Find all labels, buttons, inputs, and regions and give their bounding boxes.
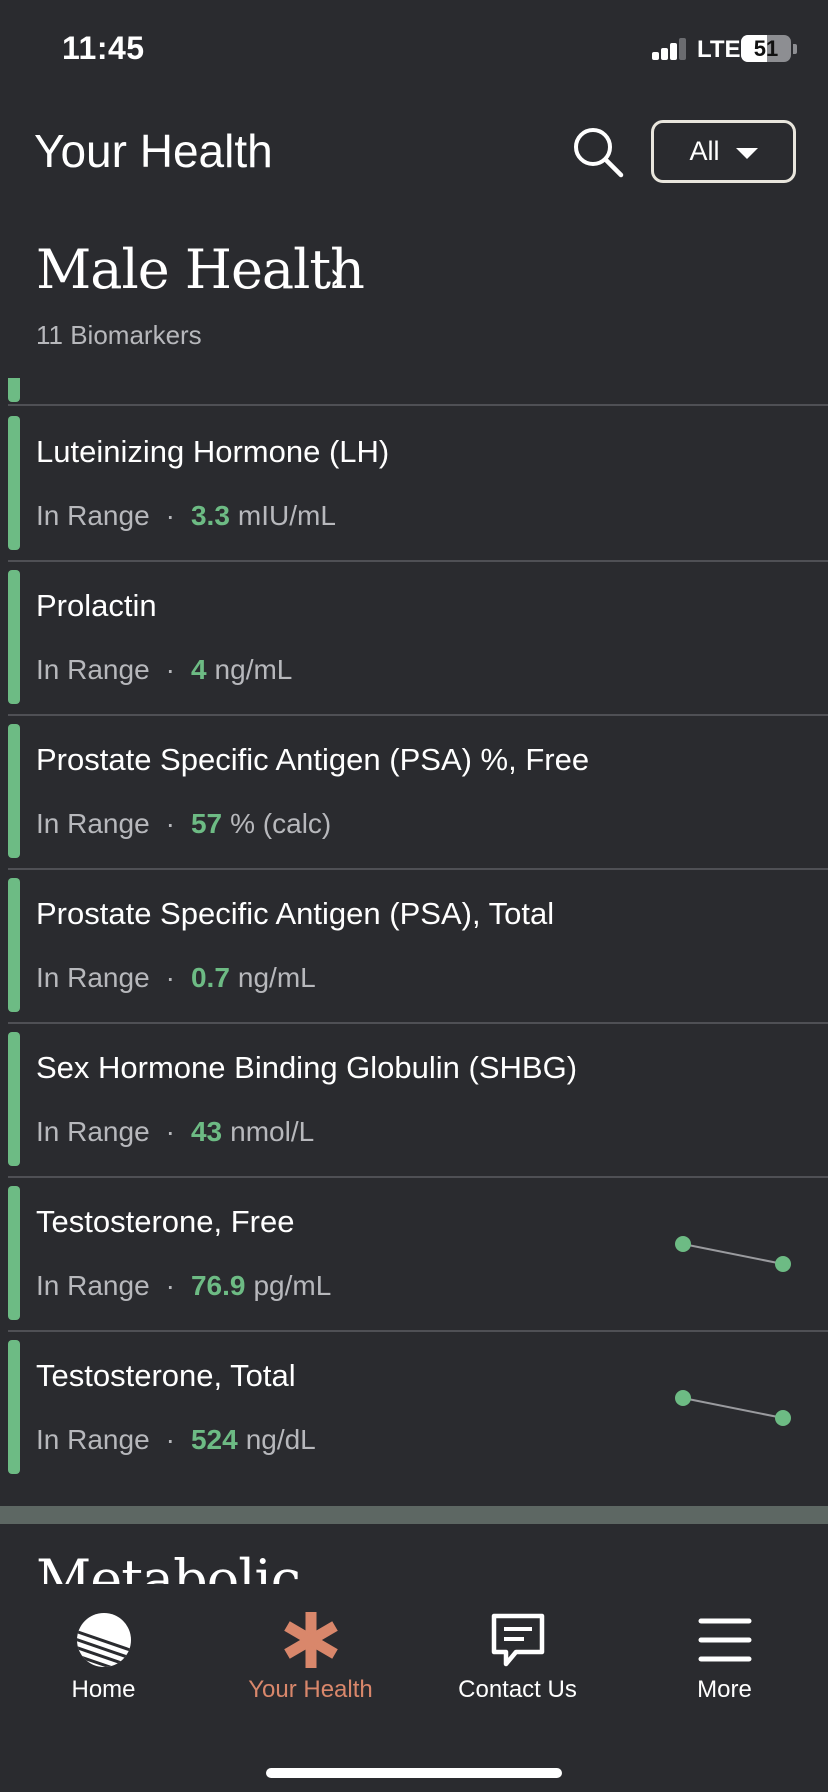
search-icon	[574, 128, 624, 178]
asterisk-icon	[283, 1612, 338, 1668]
biomarker-row[interactable]: Sex Hormone Binding Globulin (SHBG) In Ra…	[0, 1024, 828, 1176]
biomarker-row[interactable]: Prostate Specific Antigen (PSA), Total In…	[0, 870, 828, 1022]
battery-icon: 51	[741, 35, 791, 62]
battery-level: 51	[753, 35, 779, 61]
trend-point	[675, 1390, 691, 1406]
trend-sparkline	[675, 1390, 791, 1426]
biomarker-meta: In Range · 0.7 ng/mL	[36, 962, 316, 994]
section-title[interactable]: Male Health	[36, 238, 365, 301]
chevron-right-icon[interactable]: ›	[329, 254, 344, 298]
trend-point	[775, 1256, 791, 1272]
biomarker-name: Prolactin	[36, 588, 157, 623]
row-divider	[8, 404, 828, 406]
biomarker-name: Sex Hormone Binding Globulin (SHBG)	[36, 1050, 578, 1085]
trend-point	[675, 1236, 691, 1252]
tab-label: Your Health	[248, 1676, 373, 1703]
previous-row-indicator	[8, 378, 20, 402]
biomarker-value: 43	[190, 1116, 223, 1147]
biomarker-value: 0.7	[190, 962, 230, 993]
status-label: In Range	[36, 500, 150, 531]
biomarker-meta: In Range · 524 ng/dL	[36, 1424, 316, 1456]
biomarker-value: 76.9	[190, 1270, 246, 1301]
tab-bar: Home Your Health Contact Us More	[0, 1584, 828, 1792]
status-label: In Range	[36, 808, 150, 839]
biomarker-meta: In Range · 57% (calc)	[36, 808, 331, 840]
screen: 11:45 LTE 51 Your Health All Male Health…	[0, 0, 828, 1792]
biomarker-row[interactable]: Prolactin In Range · 4 ng/mL	[0, 562, 828, 714]
battery-nub	[793, 44, 797, 54]
biomarker-name: Testosterone, Total	[36, 1358, 296, 1393]
page-title: Your Health	[34, 125, 273, 177]
biomarker-unit: pg/mL	[253, 1270, 332, 1301]
filter-label: All	[689, 136, 720, 166]
biomarker-unit: ng/mL	[214, 654, 293, 685]
biomarker-value: 524	[190, 1424, 238, 1455]
status-bar-indicator	[8, 878, 20, 1012]
biomarker-unit: ng/mL	[237, 962, 316, 993]
biomarker-meta: In Range · 4 ng/mL	[36, 654, 292, 686]
filter-dropdown[interactable]: All	[651, 120, 796, 183]
separator-dot: ·	[165, 808, 175, 839]
tab-label: More	[697, 1676, 752, 1703]
status-bar-indicator	[8, 1186, 20, 1320]
section-divider	[0, 1506, 828, 1524]
biomarker-value: 3.3	[190, 500, 230, 531]
biomarker-unit: nmol/L	[230, 1116, 315, 1147]
biomarker-value: 4	[190, 654, 207, 685]
biomarker-meta: In Range · 3.3 mIU/mL	[36, 500, 336, 532]
biomarker-row[interactable]: Testosterone, Total In Range · 524 ng/dL	[0, 1332, 828, 1484]
biomarker-meta: In Range · 76.9 pg/mL	[36, 1270, 331, 1302]
network-label: LTE	[697, 36, 741, 63]
biomarker-name: Testosterone, Free	[36, 1204, 295, 1239]
status-label: In Range	[36, 654, 150, 685]
separator-dot: ·	[165, 500, 175, 531]
biomarker-name: Prostate Specific Antigen (PSA), Total	[36, 896, 555, 931]
separator-dot: ·	[165, 1116, 175, 1147]
signal-icon	[652, 38, 688, 60]
biomarker-name: Luteinizing Hormone (LH)	[36, 434, 390, 469]
status-bar-indicator	[8, 416, 20, 550]
status-label: In Range	[36, 962, 150, 993]
status-time: 11:45	[62, 30, 145, 66]
biomarker-unit: % (calc)	[230, 808, 332, 839]
status-bar-indicator	[8, 570, 20, 704]
separator-dot: ·	[165, 962, 175, 993]
status-label: In Range	[36, 1424, 150, 1455]
separator-dot: ·	[165, 1270, 175, 1301]
biomarker-name: Prostate Specific Antigen (PSA) %, Free	[36, 742, 590, 777]
trend-point	[775, 1410, 791, 1426]
tab-more[interactable]: More	[621, 1584, 828, 1714]
menu-icon	[698, 1618, 751, 1662]
biomarker-value: 57	[190, 808, 223, 839]
search-button[interactable]	[570, 124, 626, 180]
chat-bubble-icon	[491, 1613, 544, 1667]
trend-sparkline	[675, 1236, 791, 1272]
biomarker-row[interactable]: Prostate Specific Antigen (PSA) %, Free I…	[0, 716, 828, 868]
tab-your-health[interactable]: Your Health	[207, 1584, 414, 1714]
biomarker-meta: In Range · 43 nmol/L	[36, 1116, 314, 1148]
biomarker-row[interactable]: Luteinizing Hormone (LH) In Range · 3.3 mIU/…	[0, 408, 828, 560]
status-label: In Range	[36, 1270, 150, 1301]
tab-label: Contact Us	[458, 1676, 577, 1703]
status-bar-indicator	[8, 1340, 20, 1474]
biomarker-unit: ng/dL	[245, 1424, 316, 1455]
section-subtitle: 11 Biomarkers	[36, 320, 202, 350]
status-bar: 11:45 LTE 51	[0, 0, 828, 100]
separator-dot: ·	[165, 1424, 175, 1455]
status-bar-indicator	[8, 724, 20, 858]
chevron-down-icon	[735, 147, 758, 159]
status-bar-indicator	[8, 1032, 20, 1166]
home-globe-icon	[76, 1613, 131, 1667]
tab-contact-us[interactable]: Contact Us	[414, 1584, 621, 1714]
biomarker-row[interactable]: Testosterone, Free In Range · 76.9 pg/mL	[0, 1178, 828, 1330]
biomarker-unit: mIU/mL	[237, 500, 336, 531]
status-label: In Range	[36, 1116, 150, 1147]
home-indicator	[266, 1768, 562, 1778]
separator-dot: ·	[165, 654, 175, 685]
tab-label: Home	[71, 1676, 136, 1703]
tab-home[interactable]: Home	[0, 1584, 207, 1714]
